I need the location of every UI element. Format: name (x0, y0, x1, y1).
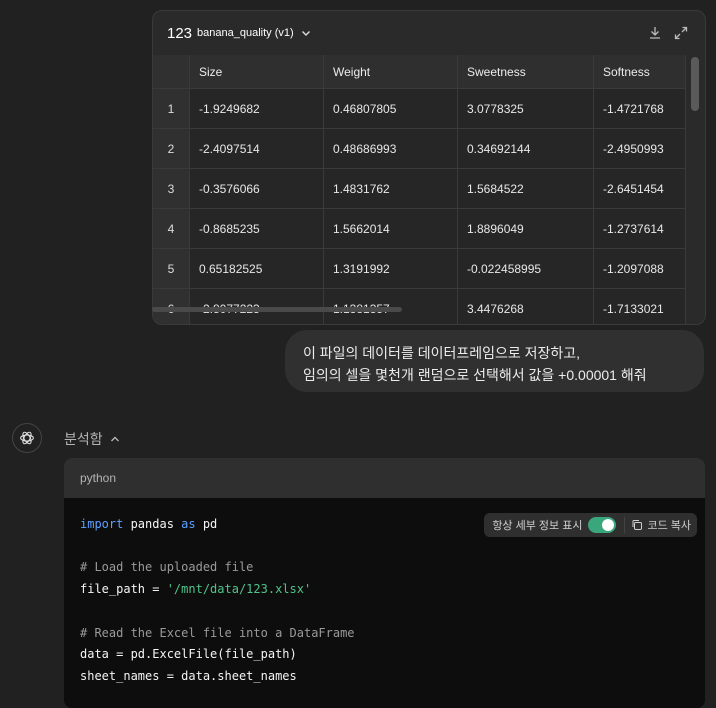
code-text: pd (195, 517, 218, 531)
file-preview-header: 123 banana_quality (v1) (153, 11, 705, 55)
table-cell[interactable]: 3.4476268 (457, 288, 594, 324)
assistant-avatar (12, 423, 42, 453)
openai-logo-icon (20, 431, 34, 445)
table-cell[interactable]: 1.8896049 (457, 208, 594, 249)
code-keyword: import (80, 517, 124, 531)
table-header-row: Size Weight Sweetness Softness (153, 55, 686, 89)
table-cell[interactable]: 0.65182525 (189, 248, 324, 289)
file-preview-card: 123 banana_quality (v1) Size Weight Swee… (152, 10, 706, 325)
row-index: 5 (153, 248, 190, 289)
table-cell[interactable]: -1.4721768 (593, 88, 686, 129)
table-cell[interactable]: 1.3191992 (323, 248, 458, 289)
table-cell[interactable]: -1.9249682 (189, 88, 324, 129)
table-cell[interactable]: 1.5684522 (457, 168, 594, 209)
table-cell[interactable]: -1.2097088 (593, 248, 686, 289)
table-row: 2 -2.4097514 0.48686993 0.34692144 -2.49… (153, 128, 686, 169)
table-cell[interactable]: -0.022458995 (457, 248, 594, 289)
download-icon[interactable] (647, 25, 663, 41)
table-cell[interactable]: -2.4950993 (593, 128, 686, 169)
code-language-label: python (80, 471, 117, 485)
user-message-line: 임의의 셀을 몇천개 랜덤으로 선택해서 값을 +0.00001 해줘 (303, 367, 647, 383)
code-text: sheet_names = data.sheet_names (80, 668, 297, 683)
code-comment: # Load the uploaded file (80, 560, 254, 575)
expand-icon[interactable] (673, 25, 689, 41)
file-number: 123 (167, 24, 193, 42)
always-show-details-toggle[interactable] (588, 517, 617, 533)
table-cell[interactable]: -0.3576066 (189, 168, 324, 209)
copy-code-label: 코드 복사 (647, 520, 691, 532)
column-header-sweetness[interactable]: Sweetness (457, 55, 594, 89)
code-block: python 항상 세부 정보 표시 코드 복사 import pandas a… (64, 458, 705, 708)
table-cell[interactable]: -1.2737614 (593, 208, 686, 249)
table-row: 4 -0.8685235 1.5662014 1.8896049 -1.2737… (153, 208, 686, 249)
row-index: 2 (153, 128, 190, 169)
code-comment: # Read the Excel file into a DataFrame (80, 625, 355, 640)
code-block-header: python (64, 458, 705, 498)
always-show-details-control[interactable]: 항상 세부 정보 표시 (484, 513, 624, 537)
table-row: 3 -0.3576066 1.4831762 1.5684522 -2.6451… (153, 168, 686, 209)
copy-code-button[interactable]: 코드 복사 (625, 513, 697, 537)
table-cell[interactable]: -0.8685235 (189, 208, 324, 249)
always-show-details-label: 항상 세부 정보 표시 (492, 520, 583, 532)
analysis-status-label: 분석함 (64, 431, 103, 447)
table-row: 1 -1.9249682 0.46807805 3.0778325 -1.472… (153, 88, 686, 129)
file-name[interactable]: banana_quality (v1) (197, 27, 294, 39)
column-header-softness[interactable]: Softness (593, 55, 686, 89)
table-cell[interactable]: 0.34692144 (457, 128, 594, 169)
code-text: data = pd.ExcelFile(file_path) (80, 647, 297, 662)
vertical-scrollbar-thumb[interactable] (691, 57, 699, 111)
table-row: 5 0.65182525 1.3191992 -0.022458995 -1.2… (153, 248, 686, 289)
table-cell[interactable]: 0.46807805 (323, 88, 458, 129)
analysis-toggle[interactable]: 분석함 (64, 429, 121, 449)
chevron-down-icon[interactable] (300, 27, 312, 39)
table-cell[interactable]: 1.5662014 (323, 208, 458, 249)
column-header-index[interactable] (153, 55, 190, 89)
toggle-knob (602, 519, 615, 531)
code-keyword: as (181, 517, 196, 531)
code-text: pandas (123, 517, 182, 531)
table-cell[interactable]: -2.4097514 (189, 128, 324, 169)
row-index: 3 (153, 168, 190, 209)
code-string: '/mnt/data/123.xlsx' (166, 582, 312, 597)
data-table: Size Weight Sweetness Softness 1 -1.9249… (153, 55, 686, 324)
data-table-container[interactable]: Size Weight Sweetness Softness 1 -1.9249… (153, 55, 689, 324)
user-message-bubble: 이 파일의 데이터를 데이터프레임으로 저장하고, 임의의 셀을 몇천개 랜덤으… (285, 330, 704, 392)
copy-icon (632, 520, 643, 530)
horizontal-scrollbar-thumb[interactable] (152, 307, 402, 312)
chevron-up-icon (110, 436, 119, 442)
code-toolbar: 항상 세부 정보 표시 코드 복사 (484, 513, 697, 537)
row-index: 1 (153, 88, 190, 129)
row-index: 4 (153, 208, 190, 249)
user-message-line: 이 파일의 데이터를 데이터프레임으로 저장하고, (303, 345, 581, 361)
table-cell[interactable]: 0.48686993 (323, 128, 458, 169)
column-header-weight[interactable]: Weight (323, 55, 458, 89)
table-cell[interactable]: -2.6451454 (593, 168, 686, 209)
table-cell[interactable]: 1.4831762 (323, 168, 458, 209)
code-text: file_path = (80, 582, 167, 597)
table-cell[interactable]: -1.7133021 (593, 288, 686, 324)
table-cell[interactable]: 3.0778325 (457, 88, 594, 129)
column-header-size[interactable]: Size (189, 55, 324, 89)
